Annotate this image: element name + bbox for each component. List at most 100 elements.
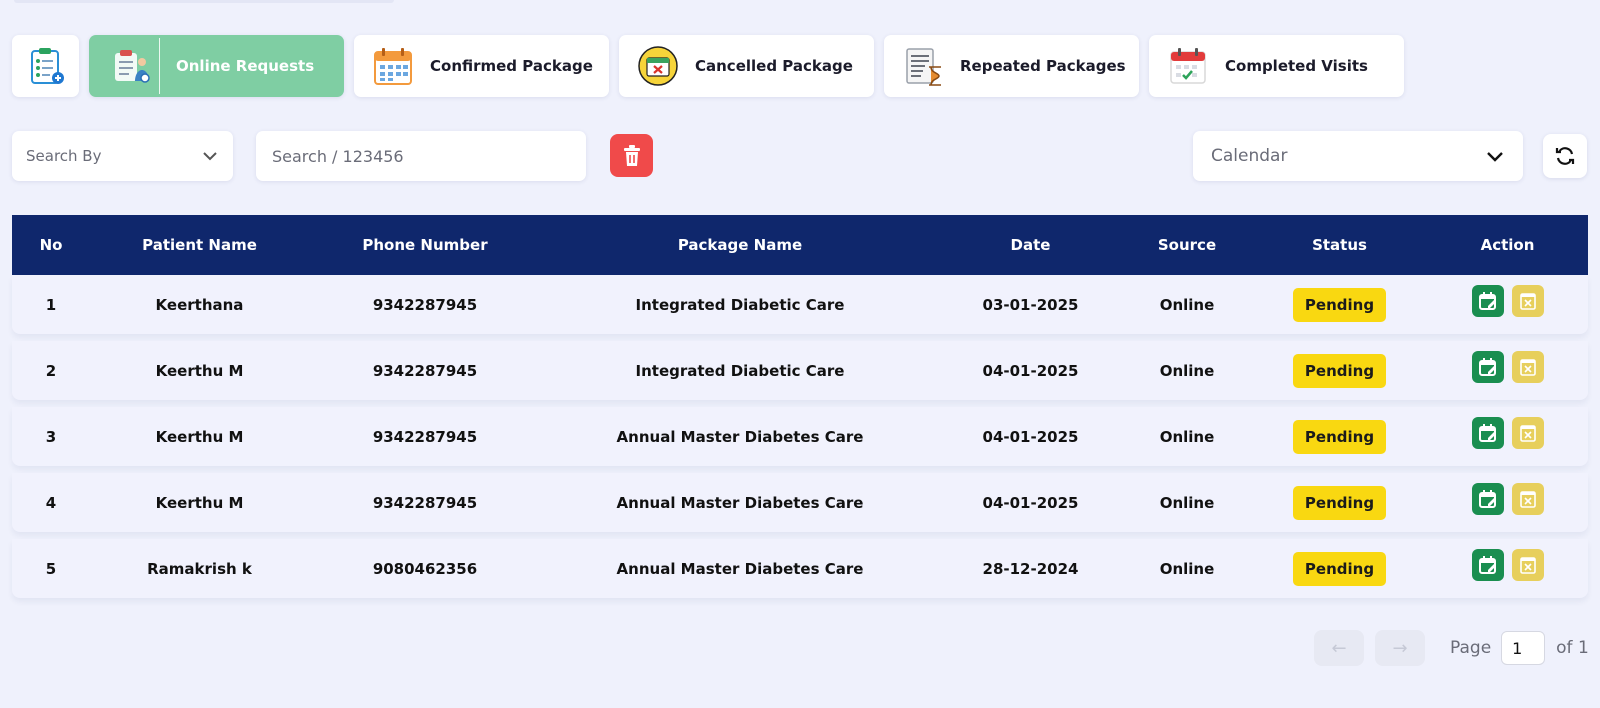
header-status: Status xyxy=(1312,236,1367,254)
calendar-select-label: Calendar xyxy=(1211,146,1288,166)
close-box-icon xyxy=(1519,292,1536,310)
cell-patient-name: Keerthu M xyxy=(155,493,244,512)
cell-date: 04-01-2025 xyxy=(982,427,1079,446)
close-box-icon xyxy=(1519,358,1536,376)
close-box-icon xyxy=(1519,424,1536,442)
tab-confirmed-package[interactable]: Confirmed Package xyxy=(354,35,609,97)
cell-package-name: Integrated Diabetic Care xyxy=(635,361,845,380)
tab-home[interactable] xyxy=(12,35,79,97)
refresh-button[interactable] xyxy=(1543,134,1587,178)
requests-table: No Patient Name Phone Number Package Nam… xyxy=(12,215,1588,605)
calendar-select[interactable]: Calendar xyxy=(1193,131,1523,181)
search-input[interactable] xyxy=(256,131,586,181)
header-no: No xyxy=(39,236,63,254)
cancel-button[interactable] xyxy=(1511,350,1544,383)
cell-action xyxy=(1427,416,1588,449)
cell-patient-name: Keerthu M xyxy=(155,361,244,380)
prev-page-button[interactable]: ← xyxy=(1314,630,1364,666)
document-hourglass-icon xyxy=(906,48,941,86)
cell-phone-number: 9342287945 xyxy=(372,295,478,314)
clipboard-doctor-icon xyxy=(115,50,150,83)
calendar-grid-icon xyxy=(374,48,412,85)
confirm-button[interactable] xyxy=(1471,284,1504,317)
top-strip xyxy=(14,0,394,3)
cell-action xyxy=(1427,548,1588,581)
next-page-button[interactable]: → xyxy=(1375,630,1425,666)
cancel-button[interactable] xyxy=(1511,548,1544,581)
table-row: 3 Keerthu M 9342287945 Annual Master Dia… xyxy=(12,407,1588,466)
calendar-edit-icon xyxy=(1478,291,1496,310)
calendar-cancel-icon xyxy=(638,46,678,86)
confirm-button[interactable] xyxy=(1471,350,1504,383)
cell-package-name: Annual Master Diabetes Care xyxy=(616,559,864,578)
status-badge: Pending xyxy=(1292,353,1387,388)
tab-completed-visits-label: Completed Visits xyxy=(1225,57,1368,75)
header-patient-name: Patient Name xyxy=(142,236,257,254)
cell-patient-name: Ramakrish k xyxy=(147,559,252,578)
cell-action xyxy=(1427,284,1588,317)
cell-date: 28-12-2024 xyxy=(982,559,1079,578)
calendar-edit-icon xyxy=(1478,489,1496,508)
cell-status: Pending xyxy=(1252,287,1427,322)
tab-online-requests-label: Online Requests xyxy=(176,57,315,75)
header-package-name: Package Name xyxy=(677,236,803,254)
cell-phone-number: 9342287945 xyxy=(372,493,478,512)
status-badge: Pending xyxy=(1292,287,1387,322)
cancel-button[interactable] xyxy=(1511,284,1544,317)
cancel-button[interactable] xyxy=(1511,416,1544,449)
table-header: No Patient Name Phone Number Package Nam… xyxy=(12,215,1588,275)
cell-package-name: Annual Master Diabetes Care xyxy=(616,493,864,512)
search-by-label: Search By xyxy=(26,147,102,165)
delete-button[interactable] xyxy=(610,134,653,177)
cell-date: 03-01-2025 xyxy=(982,295,1079,314)
page-label: Page xyxy=(1450,638,1492,658)
cell-patient-name: Keerthana xyxy=(155,295,244,314)
cell-source: Online xyxy=(1159,295,1215,314)
confirm-button[interactable] xyxy=(1471,548,1504,581)
calendar-edit-icon xyxy=(1478,555,1496,574)
cell-date: 04-01-2025 xyxy=(982,493,1079,512)
tab-repeated-packages[interactable]: Repeated Packages xyxy=(884,35,1139,97)
cell-phone-number: 9342287945 xyxy=(372,427,478,446)
status-badge: Pending xyxy=(1292,485,1387,520)
cell-status: Pending xyxy=(1252,551,1427,586)
tab-completed-visits[interactable]: Completed Visits xyxy=(1149,35,1404,97)
tab-cancelled-package[interactable]: Cancelled Package xyxy=(619,35,874,97)
status-badge: Pending xyxy=(1292,419,1387,454)
cell-date: 04-01-2025 xyxy=(982,361,1079,380)
table-row: 1 Keerthana 9342287945 Integrated Diabet… xyxy=(12,275,1588,334)
confirm-button[interactable] xyxy=(1471,416,1504,449)
table-row: 2 Keerthu M 9342287945 Integrated Diabet… xyxy=(12,341,1588,400)
cell-status: Pending xyxy=(1252,419,1427,454)
header-source: Source xyxy=(1157,236,1217,254)
cell-no: 4 xyxy=(45,493,57,512)
tab-bar: Online Requests Confirmed Package Cancel… xyxy=(12,35,1404,97)
cell-no: 1 xyxy=(45,295,57,314)
tab-online-requests[interactable]: Online Requests xyxy=(89,35,344,97)
cell-package-name: Annual Master Diabetes Care xyxy=(616,427,864,446)
chevron-down-icon xyxy=(1487,152,1503,162)
close-box-icon xyxy=(1519,556,1536,574)
cell-action xyxy=(1427,350,1588,383)
table-row: 5 Ramakrish k 9080462356 Annual Master D… xyxy=(12,539,1588,598)
tab-separator xyxy=(159,38,160,94)
cell-action xyxy=(1427,482,1588,515)
cell-source: Online xyxy=(1159,493,1215,512)
tab-cancelled-package-label: Cancelled Package xyxy=(695,57,853,75)
calendar-edit-icon xyxy=(1478,357,1496,376)
page-number-input[interactable] xyxy=(1501,631,1546,665)
header-phone-number: Phone Number xyxy=(362,236,488,254)
cell-status: Pending xyxy=(1252,485,1427,520)
cell-source: Online xyxy=(1159,427,1215,446)
confirm-button[interactable] xyxy=(1471,482,1504,515)
cell-package-name: Integrated Diabetic Care xyxy=(635,295,845,314)
cell-no: 3 xyxy=(45,427,57,446)
table-row: 4 Keerthu M 9342287945 Annual Master Dia… xyxy=(12,473,1588,532)
calendar-check-icon xyxy=(1170,48,1206,84)
cancel-button[interactable] xyxy=(1511,482,1544,515)
cell-source: Online xyxy=(1159,361,1215,380)
cell-phone-number: 9080462356 xyxy=(372,559,478,578)
search-by-select[interactable]: Search By xyxy=(12,131,233,181)
header-action: Action xyxy=(1480,236,1535,254)
status-badge: Pending xyxy=(1292,551,1387,586)
